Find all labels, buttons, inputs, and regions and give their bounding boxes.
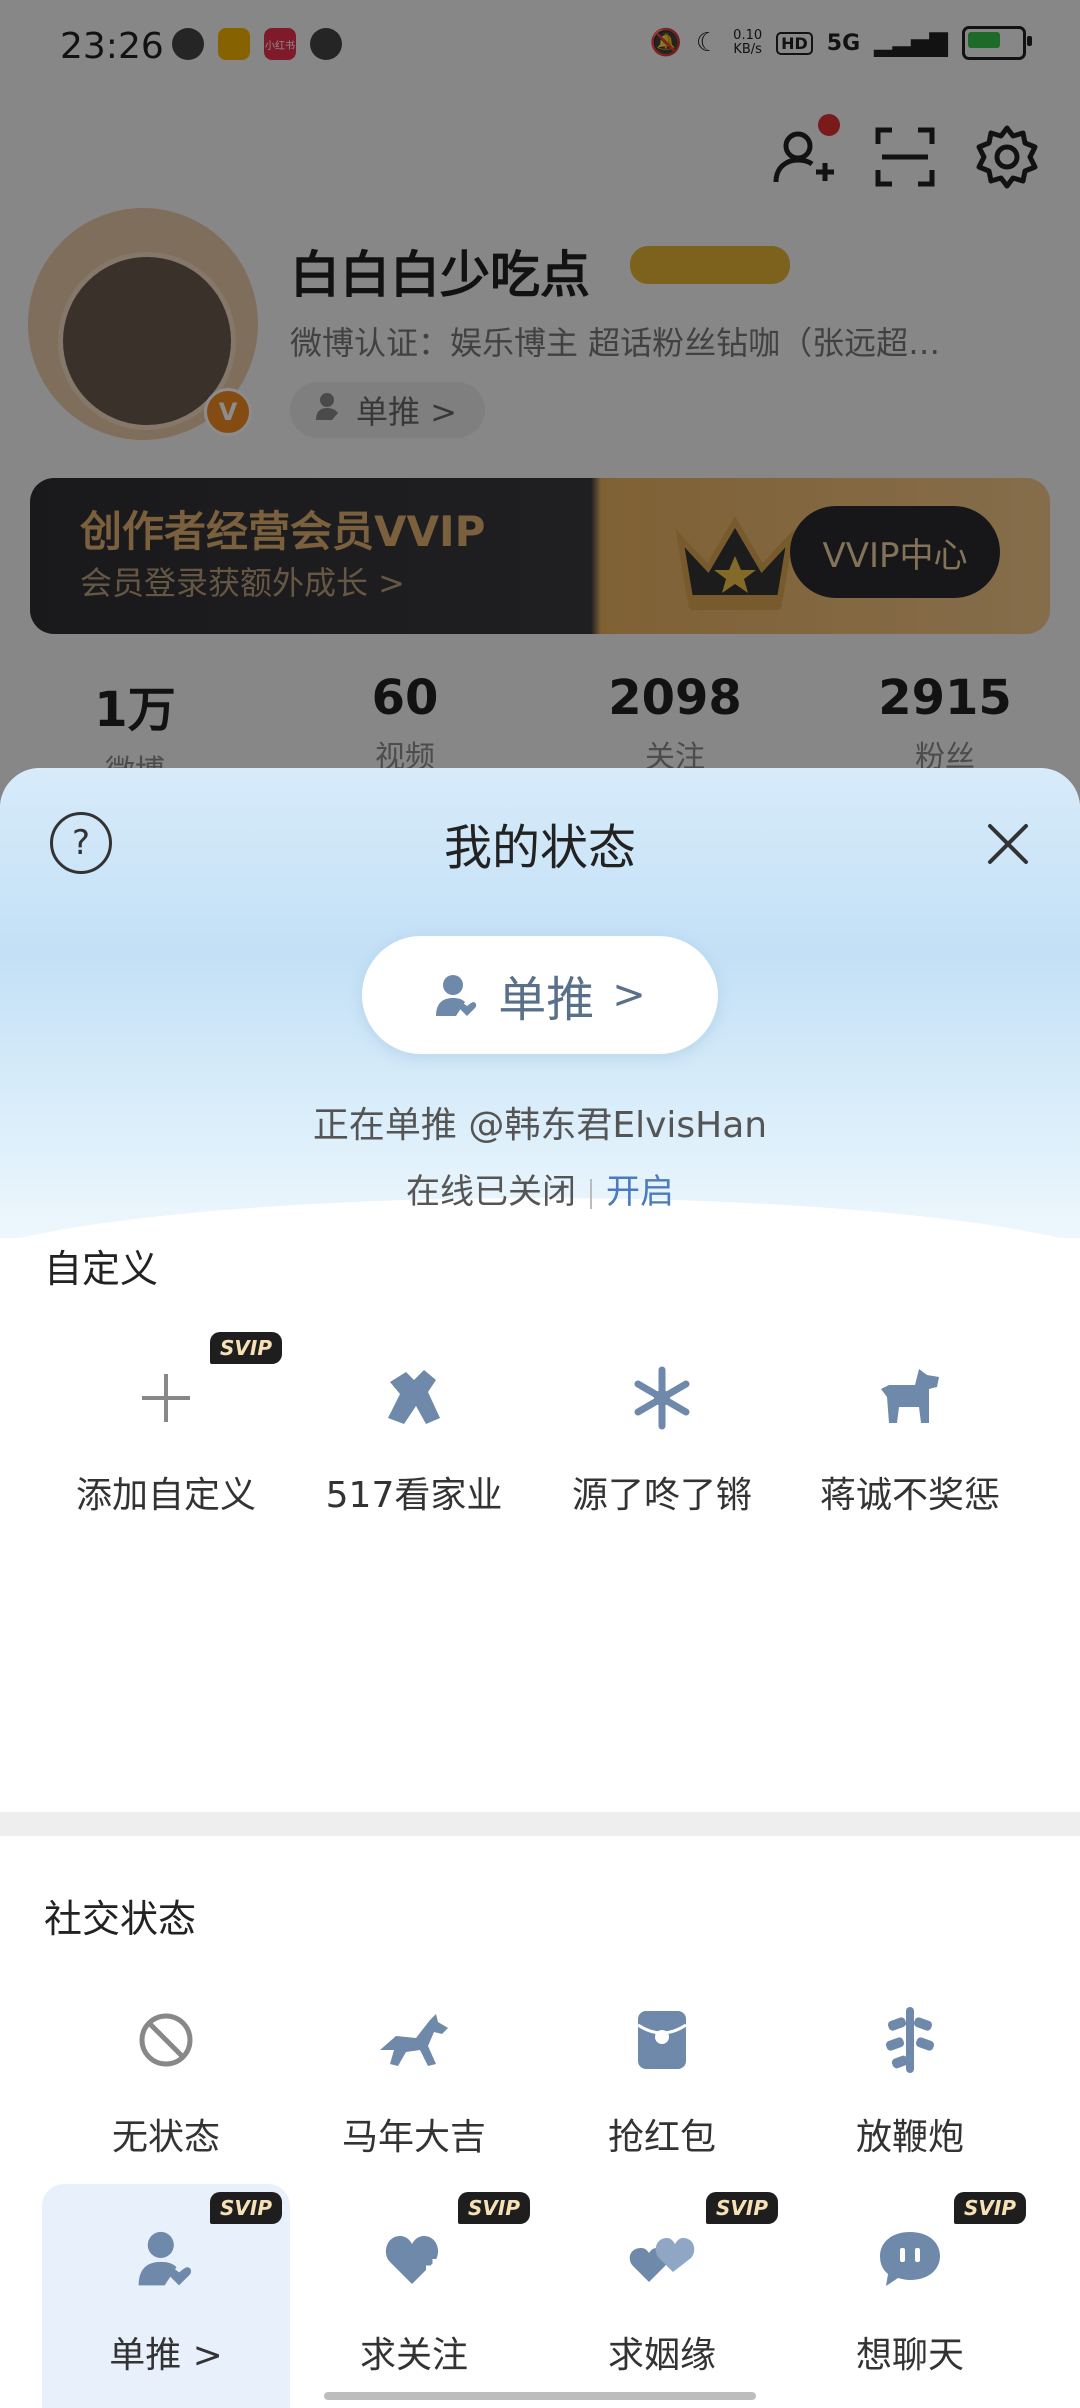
double-heart-icon xyxy=(622,2218,702,2298)
close-button[interactable] xyxy=(980,816,1036,872)
following-text: 正在单推 @韩东君ElvisHan xyxy=(312,1105,768,1146)
firecracker-icon xyxy=(870,2000,950,2080)
single-push-icon xyxy=(126,2218,206,2298)
heart-plus-icon xyxy=(374,2218,454,2298)
online-closed-text: 在线已关闭 xyxy=(406,1172,576,1212)
grid-label: 无状态 xyxy=(111,2117,220,2158)
grid-label: 想聊天 xyxy=(855,2335,964,2376)
my-status-sheet: ? 我的状态 单推 > 正在单推 @韩东君ElvisHan 在线已关闭 开启 自定… xyxy=(0,768,1080,2408)
social-status-grid-row2: SVIP 单推 > SVIP 求关注 SVIP 求姻缘 SVIP 想聊天 xyxy=(0,2184,1080,2408)
grid-label: 单推 > xyxy=(109,2335,223,2376)
single-push-icon xyxy=(436,975,477,1016)
svip-badge: SVIP xyxy=(210,1332,282,1364)
close-icon xyxy=(988,824,1028,864)
status-single-push[interactable]: SVIP 单推 > xyxy=(42,2184,290,2408)
status-none[interactable]: 无状态 xyxy=(42,2000,290,2160)
figure-icon xyxy=(374,1358,454,1438)
chevron-right-icon: > xyxy=(612,972,646,1018)
svip-badge: SVIP xyxy=(954,2192,1026,2224)
home-indicator[interactable] xyxy=(324,2392,756,2400)
status-seek-romance[interactable]: SVIP 求姻缘 xyxy=(538,2184,786,2408)
grid-label: 517看家业 xyxy=(325,1475,503,1516)
horse-icon xyxy=(374,2000,454,2080)
plus-icon xyxy=(126,1358,206,1438)
divider xyxy=(590,1178,592,1209)
custom-status-dog[interactable]: 蒋诚不奖惩 xyxy=(786,1358,1034,1518)
custom-status-grid: SVIP 添加自定义 517看家业 源了咚了锵 蒋诚不奖惩 xyxy=(0,1332,1080,1518)
status-horse-year[interactable]: 马年大吉 xyxy=(290,2000,538,2160)
section-divider xyxy=(0,1812,1080,1836)
current-status-label: 单推 xyxy=(498,972,595,1028)
svip-badge: SVIP xyxy=(458,2192,530,2224)
grid-label: 马年大吉 xyxy=(341,2117,486,2158)
svip-badge: SVIP xyxy=(210,2192,282,2224)
grid-label: 蒋诚不奖惩 xyxy=(819,1475,1000,1516)
grid-label: 抢红包 xyxy=(607,2117,716,2158)
status-red-envelope[interactable]: 抢红包 xyxy=(538,2000,786,2160)
custom-status-517[interactable]: 517看家业 xyxy=(290,1358,538,1518)
status-seek-follow[interactable]: SVIP 求关注 xyxy=(290,2184,538,2408)
modal-backdrop[interactable] xyxy=(0,0,1080,800)
online-status-line: 在线已关闭 开启 xyxy=(0,1164,1080,1213)
status-want-chat[interactable]: SVIP 想聊天 xyxy=(786,2184,1034,2408)
grid-label: 求关注 xyxy=(359,2335,468,2376)
social-status-grid-row1: 无状态 马年大吉 抢红包 放鞭炮 xyxy=(0,2000,1080,2160)
grid-label: 求姻缘 xyxy=(607,2335,716,2376)
current-status-pill[interactable]: 单推 > xyxy=(362,936,718,1054)
sheet-title: 我的状态 xyxy=(443,820,636,876)
no-status-icon xyxy=(126,2000,206,2080)
grid-label: 放鞭炮 xyxy=(855,2117,964,2158)
add-custom-status[interactable]: SVIP 添加自定义 xyxy=(42,1332,290,1518)
grid-label: 源了咚了锵 xyxy=(571,1475,752,1516)
chat-bubble-icon xyxy=(870,2218,950,2298)
social-section-title: 社交状态 xyxy=(44,1897,197,1941)
status-firecracker[interactable]: 放鞭炮 xyxy=(786,2000,1034,2160)
red-envelope-icon xyxy=(622,2000,702,2080)
snowflake-icon xyxy=(622,1358,702,1438)
enable-online-link[interactable]: 开启 xyxy=(606,1172,674,1212)
dog-icon xyxy=(870,1358,950,1438)
svip-badge: SVIP xyxy=(706,2192,778,2224)
custom-section-title: 自定义 xyxy=(44,1247,159,1291)
custom-status-snow[interactable]: 源了咚了锵 xyxy=(538,1358,786,1518)
grid-label: 添加自定义 xyxy=(75,1475,256,1516)
